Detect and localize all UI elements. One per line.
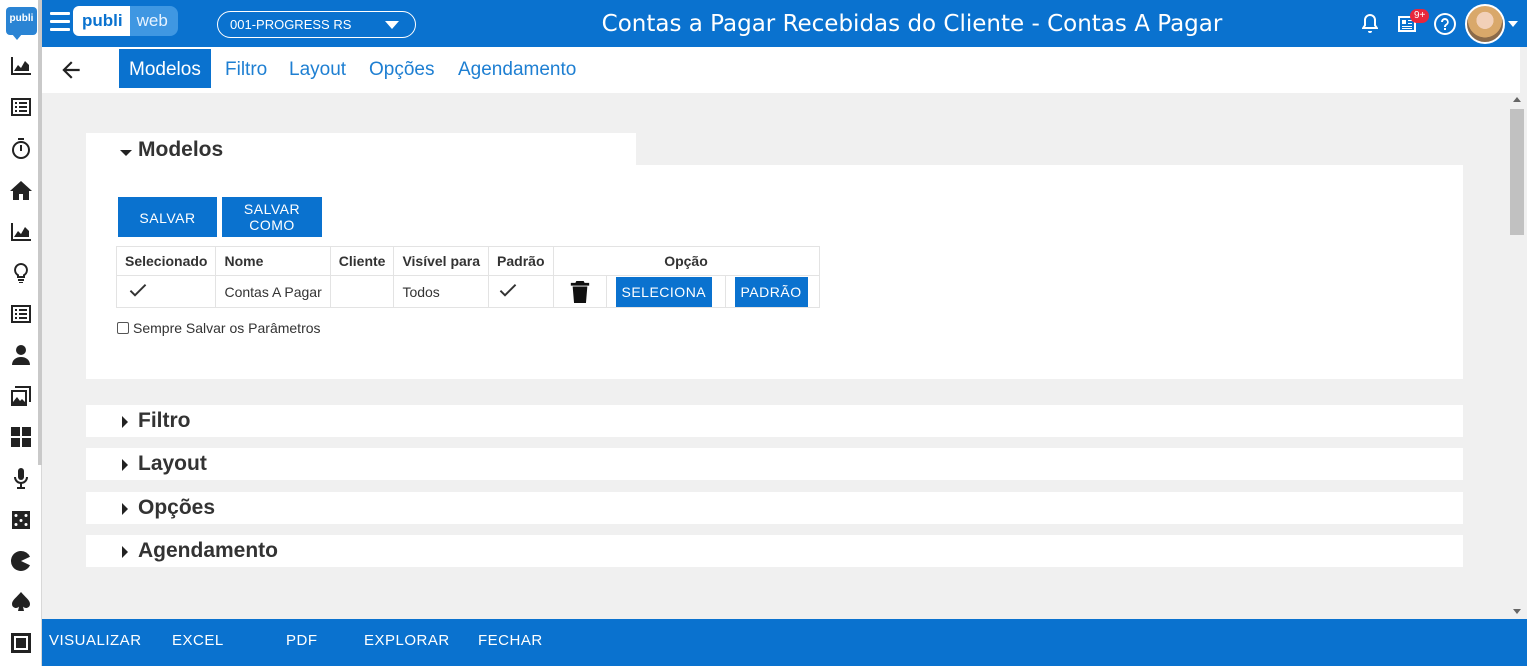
modelos-section-header[interactable]: Modelos bbox=[86, 133, 636, 166]
user-tie-icon[interactable] bbox=[7, 341, 35, 369]
checkmark-icon bbox=[499, 282, 517, 301]
column-header-padrao: Padrão bbox=[488, 246, 554, 276]
bell-icon[interactable] bbox=[1358, 12, 1382, 36]
column-header-nome: Nome bbox=[215, 246, 331, 276]
company-select-value: 001-PROGRESS RS bbox=[230, 17, 352, 32]
list-icon[interactable] bbox=[7, 300, 35, 328]
microphone-icon[interactable] bbox=[7, 464, 35, 492]
caret-right-icon bbox=[122, 546, 128, 558]
always-save-option[interactable]: Sempre Salvar os Parâmetros bbox=[117, 320, 321, 336]
caret-right-icon bbox=[122, 503, 128, 515]
save-as-button[interactable]: SALVAR COMO bbox=[222, 197, 322, 237]
excel-button[interactable]: EXCEL bbox=[172, 632, 224, 649]
company-select[interactable]: 001-PROGRESS RS bbox=[217, 11, 416, 38]
home-icon[interactable] bbox=[7, 177, 35, 205]
pacman-icon[interactable] bbox=[7, 547, 35, 575]
always-save-checkbox[interactable] bbox=[117, 322, 129, 334]
modelos-section-title: Modelos bbox=[138, 138, 224, 161]
page-title: Contas a Pagar Recebidas do Cliente - Co… bbox=[601, 11, 1223, 37]
visualizar-button[interactable]: VISUALIZAR bbox=[49, 632, 142, 649]
fechar-button[interactable]: FECHAR bbox=[478, 632, 543, 649]
pdf-button[interactable]: PDF bbox=[286, 632, 318, 649]
agendamento-section-header[interactable]: Agendamento bbox=[86, 535, 1463, 567]
table-row: Contas A Pagar Todos SELECIONA PADRÃO bbox=[115, 275, 820, 308]
notification-badge: 9+ bbox=[1410, 9, 1430, 23]
layout-section-title: Layout bbox=[138, 452, 207, 475]
photo-gallery-icon[interactable] bbox=[7, 382, 35, 410]
footer-action-bar: VISUALIZAR EXCEL PDF EXPLORAR FECHAR bbox=[42, 619, 1527, 666]
dice-icon[interactable] bbox=[7, 506, 35, 534]
caret-down-icon bbox=[120, 150, 132, 156]
layout-section-header[interactable]: Layout bbox=[86, 448, 1463, 480]
save-button[interactable]: SALVAR bbox=[118, 197, 217, 237]
explorar-button[interactable]: EXPLORAR bbox=[364, 632, 450, 649]
models-table: Selecionado Nome Cliente Visível para Pa… bbox=[115, 246, 820, 308]
filtro-section-header[interactable]: Filtro bbox=[86, 405, 1463, 437]
area-chart-icon[interactable] bbox=[7, 52, 35, 80]
chevron-down-icon bbox=[385, 21, 399, 29]
set-default-button[interactable]: PADRÃO bbox=[734, 276, 808, 307]
tab-bar: Modelos Filtro Layout Opções Agendamento bbox=[42, 47, 1520, 93]
column-header-selecionado: Selecionado bbox=[115, 246, 217, 276]
publiweb-brand[interactable]: publi web bbox=[73, 6, 178, 40]
hamburger-menu-icon[interactable] bbox=[50, 12, 70, 34]
app-window: publi publi web 001-PROGRESS RS Contas a… bbox=[0, 0, 1527, 666]
area-chart-icon[interactable] bbox=[7, 218, 35, 246]
user-avatar[interactable] bbox=[1465, 4, 1505, 44]
scrollbar-thumb[interactable] bbox=[1510, 109, 1524, 235]
brand-part-publi: publi bbox=[73, 6, 130, 36]
selected-cell bbox=[115, 275, 217, 308]
caret-right-icon bbox=[122, 416, 128, 428]
trash-icon[interactable] bbox=[569, 276, 591, 307]
tab-opcoes[interactable]: Opções bbox=[359, 49, 444, 88]
always-save-label: Sempre Salvar os Parâmetros bbox=[133, 320, 321, 336]
brand-part-web: web bbox=[129, 6, 178, 36]
top-header: publi web 001-PROGRESS RS Contas a Pagar… bbox=[42, 0, 1527, 47]
visivel-cell: Todos bbox=[393, 275, 490, 308]
tab-modelos[interactable]: Modelos bbox=[119, 49, 211, 88]
cmyk-icon[interactable] bbox=[7, 423, 35, 451]
agendamento-section-title: Agendamento bbox=[138, 539, 279, 562]
list-icon[interactable] bbox=[7, 93, 35, 121]
default-cell: PADRÃO bbox=[724, 275, 820, 308]
nome-cell: Contas A Pagar bbox=[215, 275, 331, 308]
select-model-button[interactable]: SELECIONA bbox=[615, 276, 713, 307]
back-arrow-icon[interactable] bbox=[58, 57, 84, 83]
column-header-opcao: Opção bbox=[552, 246, 820, 276]
opcoes-section-header[interactable]: Opções bbox=[86, 492, 1463, 524]
table-header-row: Selecionado Nome Cliente Visível para Pa… bbox=[115, 246, 820, 276]
select-cell: SELECIONA bbox=[605, 275, 726, 308]
column-header-cliente: Cliente bbox=[329, 246, 395, 276]
cliente-cell bbox=[329, 275, 395, 308]
spade-icon[interactable] bbox=[7, 588, 35, 616]
stopwatch-icon[interactable] bbox=[7, 135, 35, 163]
square-icon[interactable] bbox=[7, 629, 35, 657]
lightbulb-icon[interactable] bbox=[7, 259, 35, 287]
column-header-visivel-para: Visível para bbox=[393, 246, 490, 276]
main-content: Modelos SALVAR SALVAR COMO Selecionado N… bbox=[42, 93, 1508, 619]
caret-right-icon bbox=[122, 459, 128, 471]
checkmark-icon bbox=[129, 282, 147, 301]
tab-agendamento[interactable]: Agendamento bbox=[448, 49, 586, 88]
scroll-up-arrow-icon[interactable] bbox=[1513, 97, 1521, 102]
tab-filtro[interactable]: Filtro bbox=[215, 49, 277, 88]
delete-cell bbox=[552, 275, 607, 308]
content-scrollbar[interactable] bbox=[1508, 93, 1527, 619]
help-icon[interactable] bbox=[1433, 12, 1457, 36]
left-sidebar: publi bbox=[0, 0, 42, 666]
chevron-down-icon[interactable] bbox=[1508, 21, 1518, 27]
padrao-cell bbox=[488, 275, 554, 308]
opcoes-section-title: Opções bbox=[138, 496, 216, 519]
filtro-section-title: Filtro bbox=[138, 409, 191, 432]
scroll-down-arrow-icon[interactable] bbox=[1513, 609, 1521, 614]
publi-logo[interactable]: publi bbox=[6, 7, 37, 40]
tab-layout[interactable]: Layout bbox=[279, 49, 356, 88]
